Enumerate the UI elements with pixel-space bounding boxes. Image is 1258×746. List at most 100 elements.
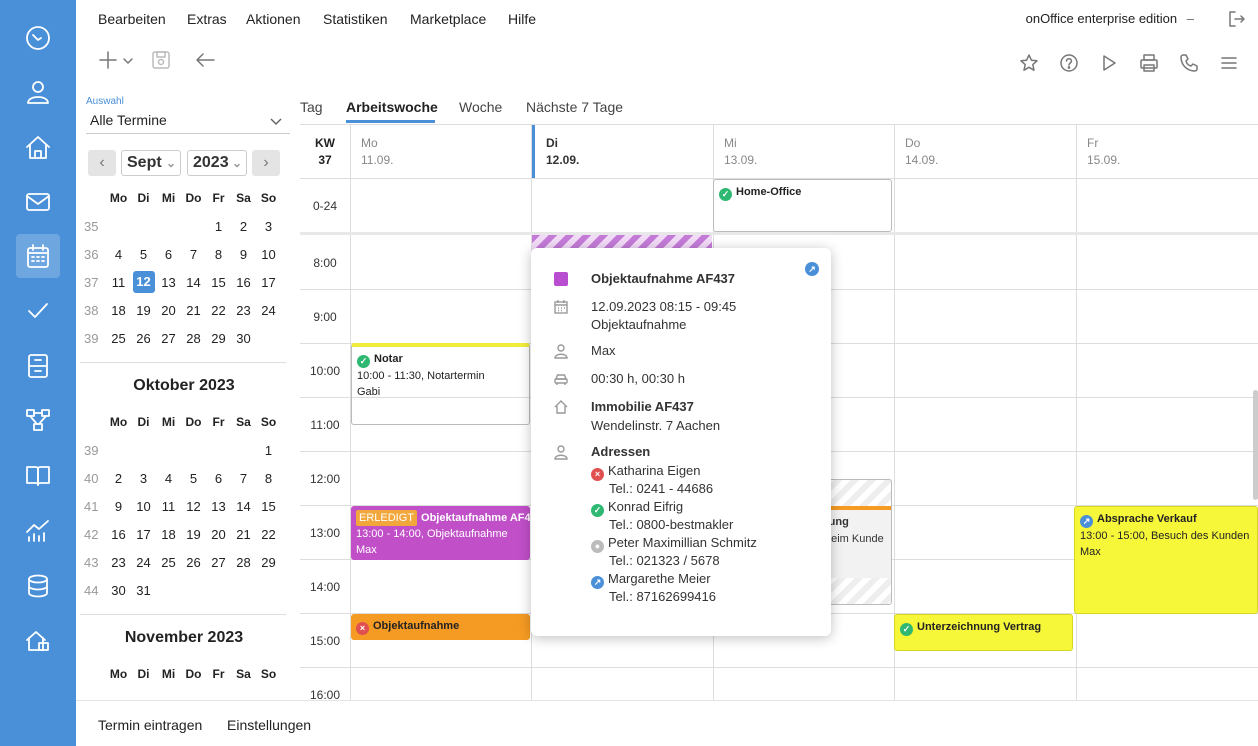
day-header-di[interactable]: Di 12.09. — [546, 135, 579, 169]
day-cell[interactable]: 24 — [131, 555, 156, 570]
day-cell[interactable]: 9 — [231, 247, 256, 262]
day-cell[interactable]: 17 — [131, 527, 156, 542]
day-cell[interactable]: 21 — [181, 303, 206, 318]
day-cell[interactable]: 17 — [256, 275, 281, 290]
save-icon[interactable] — [149, 48, 173, 72]
day-cell[interactable]: 30 — [231, 331, 256, 346]
day-cell[interactable]: 20 — [206, 527, 231, 542]
day-cell[interactable]: 5 — [131, 247, 156, 262]
event-objektaufnahme-af4[interactable]: ERLEDIGT Objektaufnahme AF4 13:00 - 14:00… — [351, 506, 530, 560]
popup-property-title[interactable]: Immobilie AF437 — [591, 398, 694, 416]
event-absprache-verkauf[interactable]: ↗ Absprache Verkauf 13:00 - 15:00, Besuch… — [1074, 506, 1258, 614]
menu-bearbeiten[interactable]: Bearbeiten — [98, 11, 166, 27]
week-number[interactable]: 39 — [80, 443, 106, 458]
day-cell[interactable]: 10 — [256, 247, 281, 262]
address-entry[interactable]: ✓ Konrad Eifrig — [591, 498, 683, 517]
calendar-icon[interactable] — [16, 234, 60, 278]
play-icon[interactable] — [1097, 52, 1121, 74]
day-cell[interactable]: 15 — [256, 499, 281, 514]
help-icon[interactable] — [1057, 52, 1081, 74]
year-select[interactable]: 2023 ⌄ — [187, 150, 247, 176]
day-cell[interactable]: 6 — [206, 471, 231, 486]
event-notar[interactable]: ✓ Notar 10:00 - 11:30, Notartermin Gabi — [351, 343, 530, 425]
workflow-icon[interactable] — [16, 398, 60, 442]
user-icon[interactable] — [16, 70, 60, 114]
event-unterzeichnung-vertrag[interactable]: ✓ Unterzeichnung Vertrag — [894, 614, 1073, 651]
home-icon[interactable] — [16, 125, 60, 169]
day-cell[interactable]: 8 — [206, 247, 231, 262]
hamburger-menu-icon[interactable] — [1217, 52, 1241, 74]
address-phone[interactable]: Tel.: 0800-bestmakler — [609, 516, 733, 534]
week-number[interactable]: 41 — [80, 499, 106, 514]
next-month-button[interactable]: › — [252, 150, 280, 176]
dashboard-icon[interactable] — [16, 16, 60, 60]
day-cell[interactable]: 16 — [231, 275, 256, 290]
week-number[interactable]: 44 — [80, 583, 106, 598]
add-dropdown-chevron-icon[interactable] — [122, 54, 134, 68]
menu-statistiken[interactable]: Statistiken — [323, 11, 388, 27]
day-cell[interactable]: 22 — [256, 527, 281, 542]
day-cell[interactable]: 13 — [206, 499, 231, 514]
database-icon[interactable] — [16, 564, 60, 608]
day-cell[interactable]: 3 — [131, 471, 156, 486]
day-cell[interactable]: 4 — [106, 247, 131, 262]
day-header-mo[interactable]: Mo 11.09. — [361, 135, 393, 169]
month-select[interactable]: Sept ⌄ — [121, 150, 181, 176]
back-arrow-icon[interactable] — [193, 48, 217, 72]
day-cell[interactable]: 19 — [131, 303, 156, 318]
day-cell[interactable]: 16 — [106, 527, 131, 542]
tasks-check-icon[interactable] — [16, 289, 60, 333]
day-cell[interactable]: 29 — [256, 555, 281, 570]
day-header-do[interactable]: Do 14.09. — [905, 135, 938, 169]
day-cell[interactable]: 14 — [181, 275, 206, 290]
day-cell[interactable]: 27 — [206, 555, 231, 570]
today-day[interactable]: 12 — [132, 271, 155, 293]
tab-naechste-7-tage[interactable]: Nächste 7 Tage — [526, 99, 623, 115]
week-number[interactable]: 43 — [80, 555, 106, 570]
filing-cabinet-icon[interactable] — [16, 344, 60, 388]
day-header-mi[interactable]: Mi 13.09. — [724, 135, 757, 169]
new-appointment-button[interactable]: Termin eintragen — [98, 717, 202, 733]
day-cell[interactable]: 23 — [231, 303, 256, 318]
edition-label[interactable]: onOffice enterprise edition – — [1026, 11, 1194, 26]
day-cell[interactable]: 28 — [231, 555, 256, 570]
grid-scrollbar[interactable] — [1253, 390, 1258, 500]
day-cell[interactable]: 11 — [106, 275, 131, 290]
week-number[interactable]: 42 — [80, 527, 106, 542]
menu-marketplace[interactable]: Marketplace — [410, 11, 486, 27]
day-cell[interactable]: 2 — [106, 471, 131, 486]
day-cell[interactable]: 18 — [156, 527, 181, 542]
week-number[interactable]: 37 — [80, 275, 106, 290]
day-cell[interactable]: 20 — [156, 303, 181, 318]
menu-extras[interactable]: Extras — [187, 11, 227, 27]
star-icon[interactable] — [1017, 52, 1041, 74]
week-number[interactable]: 40 — [80, 471, 106, 486]
day-cell[interactable]: 18 — [106, 303, 131, 318]
address-entry[interactable]: ● Peter Maximillian Schmitz — [591, 534, 757, 553]
day-cell[interactable]: 27 — [156, 331, 181, 346]
phone-icon[interactable] — [1177, 52, 1201, 74]
day-cell[interactable]: 19 — [181, 527, 206, 542]
address-phone[interactable]: Tel.: 87162699416 — [609, 588, 716, 606]
day-cell[interactable]: 7 — [231, 471, 256, 486]
week-number[interactable]: 35 — [80, 219, 106, 234]
open-detail-icon[interactable]: ↗ — [805, 258, 823, 276]
day-cell[interactable]: 15 — [206, 275, 231, 290]
day-cell[interactable]: 22 — [206, 303, 231, 318]
day-cell[interactable]: 26 — [131, 331, 156, 346]
day-cell[interactable]: 31 — [131, 583, 156, 598]
logout-icon[interactable] — [1226, 9, 1248, 29]
day-cell[interactable]: 4 — [156, 471, 181, 486]
day-cell[interactable]: 25 — [106, 331, 131, 346]
menu-hilfe[interactable]: Hilfe — [508, 11, 536, 27]
week-number[interactable]: 36 — [80, 247, 106, 262]
mail-icon[interactable] — [16, 180, 60, 224]
day-cell[interactable]: 12 — [181, 499, 206, 514]
day-cell[interactable]: 24 — [256, 303, 281, 318]
statistics-icon[interactable] — [16, 508, 60, 552]
day-cell[interactable]: 28 — [181, 331, 206, 346]
settings-button[interactable]: Einstellungen — [227, 717, 311, 733]
day-header-fr[interactable]: Fr 15.09. — [1087, 135, 1120, 169]
print-icon[interactable] — [1137, 52, 1161, 74]
day-cell[interactable]: 26 — [181, 555, 206, 570]
